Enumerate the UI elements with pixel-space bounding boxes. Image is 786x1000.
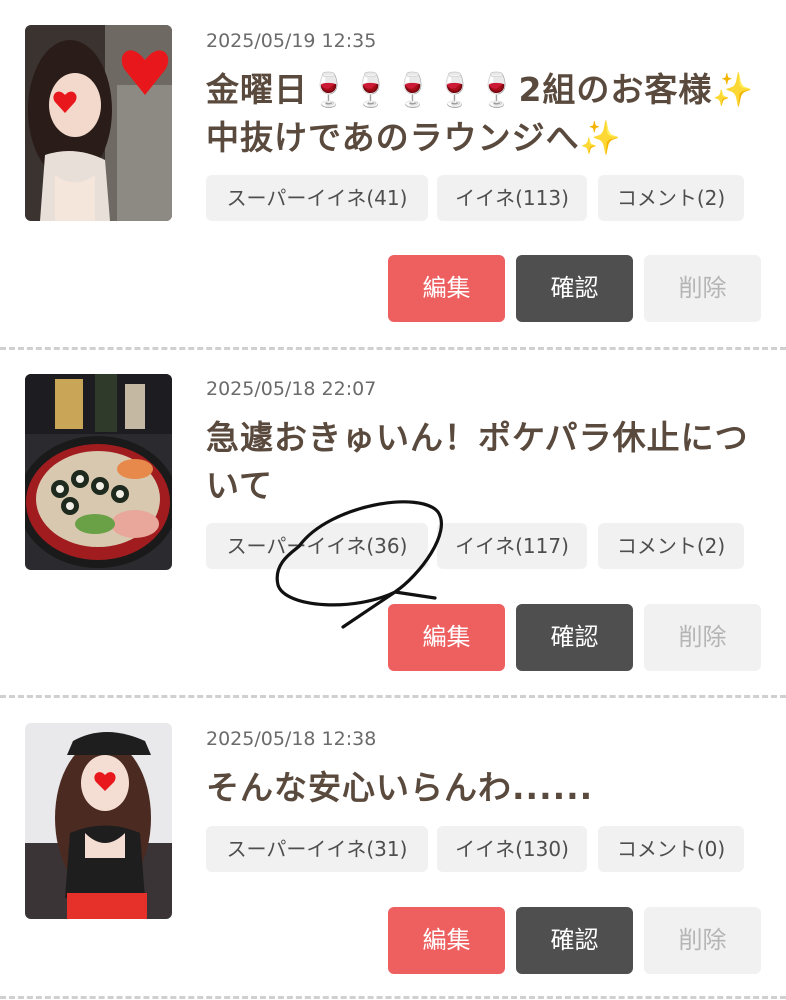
super-like-count: スーパーイイネ(31) (206, 826, 428, 872)
post-title-line-1: 急遽おきゅいん！ポケパラ休止につ (206, 418, 749, 457)
post-title-line-2: いて (206, 466, 274, 505)
post-title[interactable]: 急遽おきゅいん！ポケパラ休止につ いて (206, 414, 766, 510)
post-divider (0, 996, 786, 999)
like-count: イイネ(117) (437, 523, 587, 569)
like-count: イイネ(113) (437, 175, 587, 221)
comment-count: コメント(0) (598, 826, 744, 872)
post-timestamp: 2025/05/19 12:35 (206, 30, 377, 52)
confirm-button[interactable]: 確認 (516, 604, 633, 671)
confirm-button[interactable]: 確認 (516, 255, 633, 322)
edit-button[interactable]: 編集 (388, 907, 505, 974)
delete-button[interactable]: 削除 (644, 255, 761, 322)
post-thumbnail[interactable] (25, 374, 172, 570)
like-count: イイネ(130) (437, 826, 587, 872)
post-title-line-1: そんな安心いらんわ...... (206, 768, 594, 807)
comment-count: コメント(2) (598, 175, 744, 221)
post-divider (0, 695, 786, 698)
post-title[interactable]: そんな安心いらんわ...... (206, 764, 766, 812)
post-timestamp: 2025/05/18 22:07 (206, 378, 377, 400)
post-thumbnail[interactable] (25, 723, 172, 919)
comment-count: コメント(2) (598, 523, 744, 569)
post-thumbnail[interactable] (25, 25, 172, 221)
confirm-button[interactable]: 確認 (516, 907, 633, 974)
post-timestamp: 2025/05/18 12:38 (206, 728, 377, 750)
post-title-line-2: 中抜けであのラウンジへ✨ (206, 118, 622, 157)
delete-button[interactable]: 削除 (644, 907, 761, 974)
super-like-count: スーパーイイネ(36) (206, 523, 428, 569)
post-divider (0, 347, 786, 350)
super-like-count: スーパーイイネ(41) (206, 175, 428, 221)
delete-button[interactable]: 削除 (644, 604, 761, 671)
edit-button[interactable]: 編集 (388, 255, 505, 322)
post-title[interactable]: 金曜日🍷🍷🍷🍷🍷2組のお客様✨ 中抜けであのラウンジへ✨ (206, 66, 766, 162)
post-title-line-1: 金曜日🍷🍷🍷🍷🍷2組のお客様✨ (206, 70, 755, 109)
edit-button[interactable]: 編集 (388, 604, 505, 671)
